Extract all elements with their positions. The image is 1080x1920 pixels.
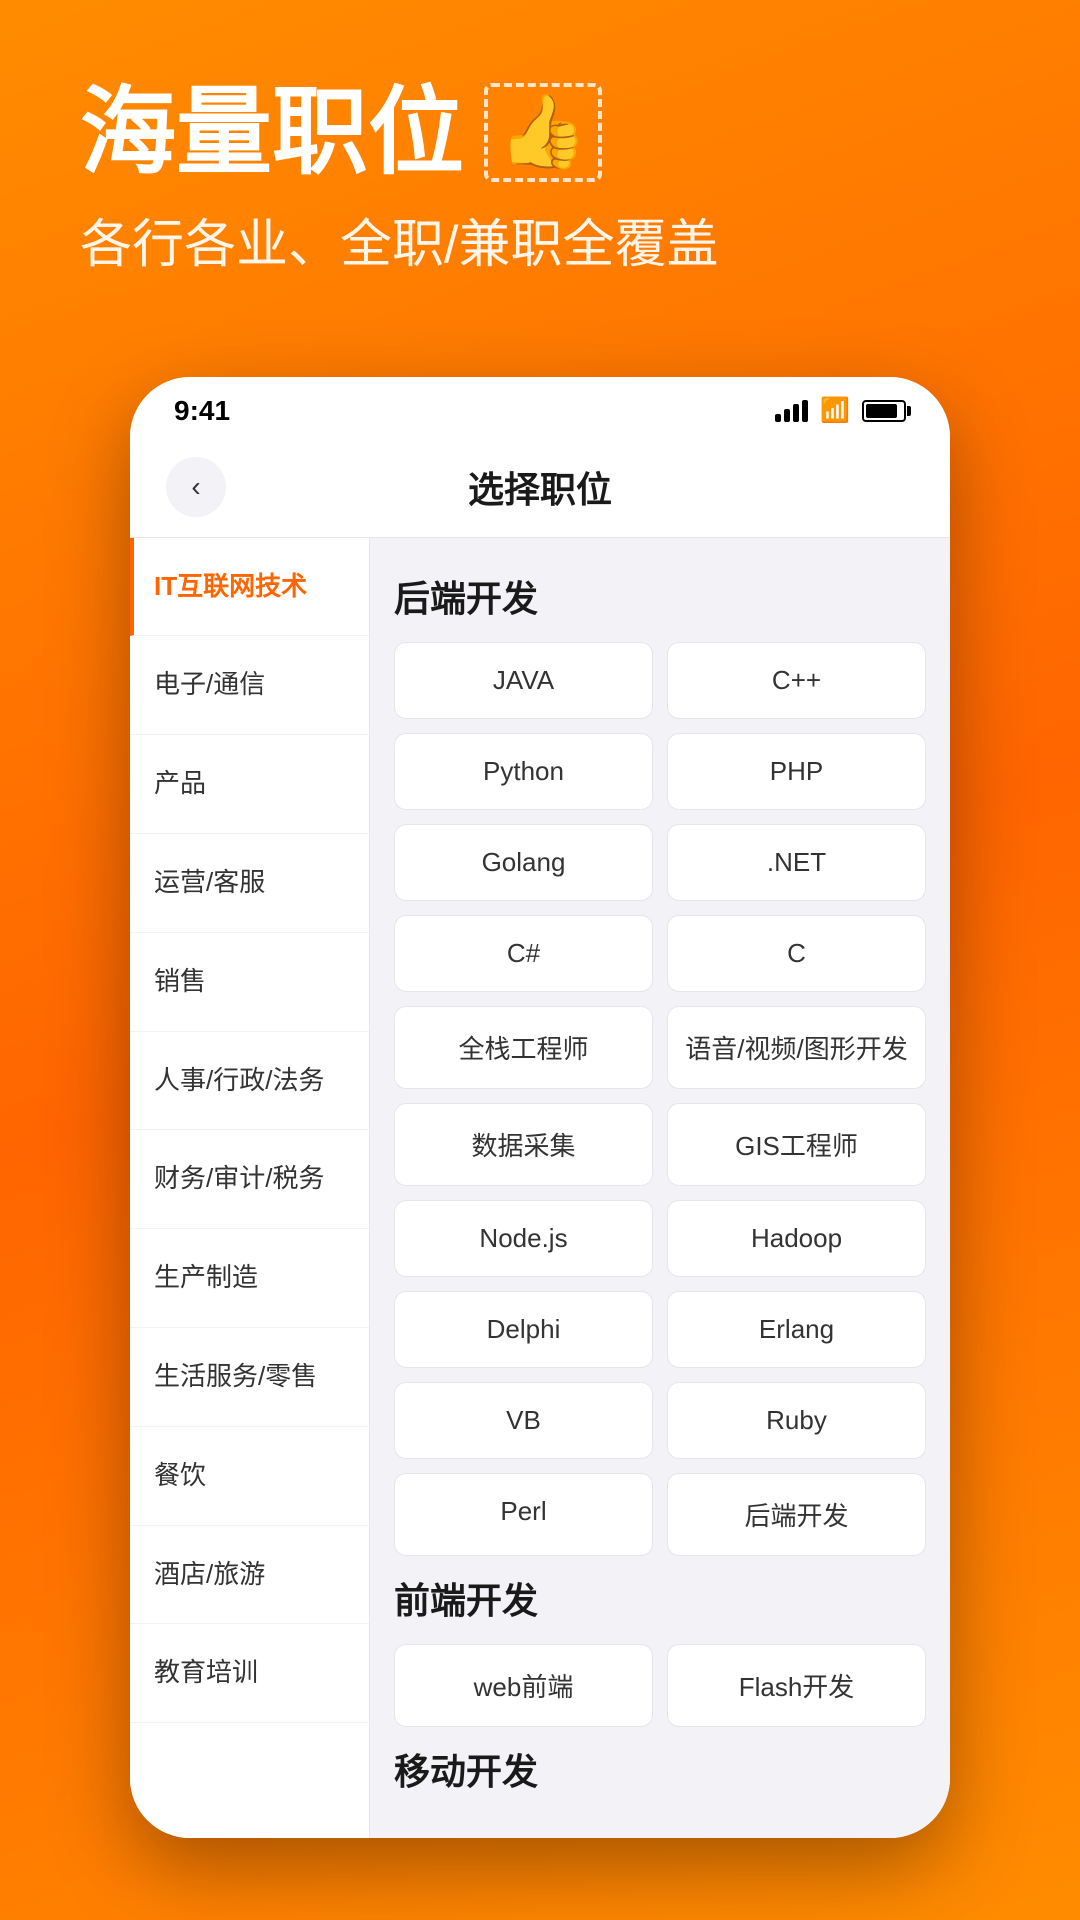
- job-tag-java[interactable]: JAVA: [394, 642, 653, 719]
- hero-title-text: 海量职位: [80, 80, 464, 186]
- sidebar-item-hotel[interactable]: 酒店/旅游: [130, 1526, 369, 1625]
- job-tag-c[interactable]: C: [667, 915, 926, 992]
- sidebar-item-manufacturing[interactable]: 生产制造: [130, 1229, 369, 1328]
- back-chevron-icon: ‹: [191, 471, 200, 503]
- job-tag-avg[interactable]: 语音/视频/图形开发: [667, 1006, 926, 1089]
- job-tag-nodejs[interactable]: Node.js: [394, 1200, 653, 1277]
- job-tag-perl[interactable]: Perl: [394, 1473, 653, 1556]
- job-tag-php[interactable]: PHP: [667, 733, 926, 810]
- sidebar-item-it[interactable]: IT互联网技术: [130, 538, 369, 637]
- status-icons: 📶: [775, 396, 906, 425]
- job-tag-fullstack[interactable]: 全栈工程师: [394, 1006, 653, 1089]
- sidebar-item-hr[interactable]: 人事/行政/法务: [130, 1032, 369, 1131]
- job-tag-golang[interactable]: Golang: [394, 824, 653, 901]
- thumb-up-icon: 👍: [484, 83, 602, 182]
- signal-icon: [775, 400, 808, 422]
- job-tag-hadoop[interactable]: Hadoop: [667, 1200, 926, 1277]
- job-tag-datacollect[interactable]: 数据采集: [394, 1103, 653, 1186]
- job-content: 后端开发 JAVA C++ Python PHP Golang .NET C# …: [370, 538, 950, 1838]
- job-tag-erlang[interactable]: Erlang: [667, 1291, 926, 1368]
- job-tag-gis[interactable]: GIS工程师: [667, 1103, 926, 1186]
- job-tag-dotnet[interactable]: .NET: [667, 824, 926, 901]
- sidebar-item-electronics[interactable]: 电子/通信: [130, 636, 369, 735]
- job-tag-csharp[interactable]: C#: [394, 915, 653, 992]
- sidebar-item-product[interactable]: 产品: [130, 735, 369, 834]
- back-button[interactable]: ‹: [166, 457, 226, 517]
- nav-title: 选择职位: [226, 461, 854, 513]
- battery-icon: [862, 400, 906, 422]
- nav-bar: ‹ 选择职位: [130, 437, 950, 538]
- status-bar: 9:41 📶: [130, 377, 950, 437]
- job-tag-flash[interactable]: Flash开发: [667, 1644, 926, 1727]
- wifi-icon: 📶: [820, 396, 850, 425]
- section-title-backend: 后端开发: [394, 570, 926, 622]
- section-title-mobile: 移动开发: [394, 1743, 926, 1795]
- job-tag-cpp[interactable]: C++: [667, 642, 926, 719]
- sidebar-item-education[interactable]: 教育培训: [130, 1624, 369, 1723]
- job-tag-python[interactable]: Python: [394, 733, 653, 810]
- sidebar: IT互联网技术 电子/通信 产品 运营/客服 销售 人事/行政/法务 财务/审计…: [130, 538, 370, 1838]
- sidebar-item-finance[interactable]: 财务/审计/税务: [130, 1130, 369, 1229]
- job-tag-backend[interactable]: 后端开发: [667, 1473, 926, 1556]
- sidebar-item-sales[interactable]: 销售: [130, 933, 369, 1032]
- job-tag-web-frontend[interactable]: web前端: [394, 1644, 653, 1727]
- sidebar-item-operations[interactable]: 运营/客服: [130, 834, 369, 933]
- job-tag-delphi[interactable]: Delphi: [394, 1291, 653, 1368]
- job-tag-ruby[interactable]: Ruby: [667, 1382, 926, 1459]
- hero-title: 海量职位 👍: [80, 80, 602, 186]
- job-grid-backend: JAVA C++ Python PHP Golang .NET C# C 全栈工…: [394, 642, 926, 1556]
- phone-frame: 9:41 📶 ‹ 选择职位 IT互联网技术 电子/通信 产品: [130, 377, 950, 1838]
- sidebar-item-food[interactable]: 餐饮: [130, 1427, 369, 1526]
- hero-section: 海量职位 👍 各行各业、全职/兼职全覆盖: [0, 0, 1080, 337]
- hero-subtitle: 各行各业、全职/兼职全覆盖: [80, 202, 718, 277]
- content-area: IT互联网技术 电子/通信 产品 运营/客服 销售 人事/行政/法务 财务/审计…: [130, 538, 950, 1838]
- job-grid-frontend: web前端 Flash开发: [394, 1644, 926, 1727]
- job-tag-vb[interactable]: VB: [394, 1382, 653, 1459]
- status-time: 9:41: [174, 395, 230, 427]
- section-title-frontend: 前端开发: [394, 1572, 926, 1624]
- sidebar-item-life-service[interactable]: 生活服务/零售: [130, 1328, 369, 1427]
